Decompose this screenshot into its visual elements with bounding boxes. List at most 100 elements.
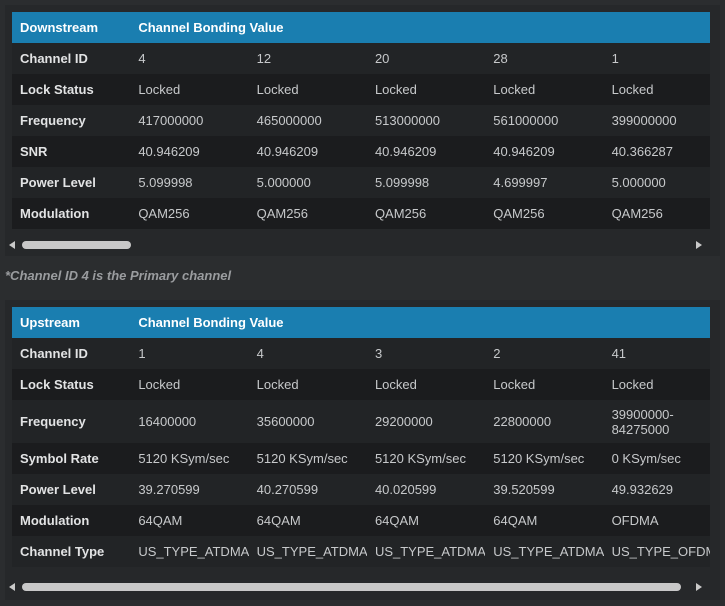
downstream-cell: QAM256 <box>493 206 545 221</box>
downstream-cell: 40.946209 <box>256 144 319 159</box>
downstream-table-row: Power Level 5.099998 5.000000 5.099998 4.699… <box>12 167 710 198</box>
downstream-cell: 417000000 <box>138 113 204 128</box>
downstream-row-label: Channel ID <box>20 51 88 66</box>
primary-channel-note: *Channel ID 4 is the Primary channel <box>5 268 232 283</box>
upstream-cell: US_TYPE_ATDMA <box>493 544 604 559</box>
upstream-cell: 5120 KSym/sec <box>256 451 348 466</box>
downstream-row-label: SNR <box>20 144 48 159</box>
downstream-cell: QAM256 <box>138 206 190 221</box>
upstream-row-label: Lock Status <box>20 377 94 392</box>
downstream-cell: 1 <box>611 51 619 66</box>
downstream-row-label: Lock Status <box>20 82 94 97</box>
upstream-row-label: Frequency <box>20 414 86 429</box>
upstream-header-row: Upstream Channel Bonding Value <box>12 307 710 338</box>
upstream-cell: US_TYPE_ATDMA <box>374 544 486 559</box>
downstream-cell: 4.699997 <box>493 175 548 190</box>
downstream-cell: 28 <box>493 51 508 66</box>
upstream-table-row: Frequency 16400000 35600000 29200000 2280000… <box>12 400 710 443</box>
upstream-header-value: Channel Bonding Value <box>130 307 710 338</box>
upstream-cell: 64QAM <box>138 513 183 528</box>
upstream-cell: 40.020599 <box>374 482 437 497</box>
downstream-cell: 399000000 <box>611 113 677 128</box>
downstream-row-label: Frequency <box>20 113 86 128</box>
upstream-panel: Upstream Channel Bonding Value Channel I… <box>5 300 720 600</box>
upstream-cell: 5120 KSym/sec <box>374 451 466 466</box>
downstream-header-value: Channel Bonding Value <box>130 12 710 43</box>
upstream-cell: 22800000 <box>493 414 552 429</box>
scroll-right-icon[interactable] <box>696 583 702 591</box>
upstream-cell: Locked <box>493 377 536 392</box>
upstream-cell: 5120 KSym/sec <box>138 451 230 466</box>
scroll-left-icon[interactable] <box>9 583 15 591</box>
downstream-table-row: Lock Status Locked Locked Locked Locked Locke… <box>12 74 710 105</box>
downstream-scroll-thumb[interactable] <box>22 241 131 249</box>
upstream-scrollbar[interactable] <box>5 579 720 595</box>
upstream-cell: Locked <box>611 377 654 392</box>
upstream-cell: 3 <box>374 346 383 361</box>
upstream-row-label: Modulation <box>20 513 90 528</box>
upstream-cell: OFDMA <box>611 513 659 528</box>
downstream-cell: 5.099998 <box>138 175 193 190</box>
downstream-cell: Locked <box>374 82 417 97</box>
upstream-table-row: Symbol Rate 5120 KSym/sec 5120 KSym/sec 512… <box>12 443 710 474</box>
upstream-cell: 2 <box>493 346 501 361</box>
downstream-panel: Downstream Channel Bonding Value Channel… <box>5 5 720 256</box>
upstream-row-label: Symbol Rate <box>20 451 99 466</box>
downstream-cell: 465000000 <box>256 113 322 128</box>
upstream-cell: 49.932629 <box>611 482 674 497</box>
scroll-left-icon[interactable] <box>9 241 15 249</box>
downstream-cell: 5.000000 <box>256 175 311 190</box>
upstream-cell: 41 <box>611 346 627 361</box>
downstream-table-row: Frequency 417000000 465000000 513000000 5610… <box>12 105 710 136</box>
upstream-table: Upstream Channel Bonding Value Channel I… <box>12 307 710 567</box>
upstream-row-label: Channel Type <box>20 544 105 559</box>
downstream-header-row: Downstream Channel Bonding Value <box>12 12 710 43</box>
downstream-cell: 561000000 <box>493 113 559 128</box>
upstream-row-label: Channel ID <box>20 346 88 361</box>
downstream-scroll-area[interactable]: Downstream Channel Bonding Value Channel… <box>12 12 710 235</box>
upstream-cell: Locked <box>138 377 181 392</box>
upstream-scroll-thumb[interactable] <box>22 583 681 591</box>
downstream-cell: 4 <box>138 51 146 66</box>
upstream-scroll-area[interactable]: Upstream Channel Bonding Value Channel I… <box>12 307 710 575</box>
downstream-row-label: Modulation <box>20 206 90 221</box>
downstream-cell: QAM256 <box>256 206 308 221</box>
upstream-table-row: Modulation 64QAM 64QAM 64QAM 64QAM OFDMA <box>12 505 710 536</box>
scroll-right-icon[interactable] <box>696 241 702 249</box>
upstream-table-row: Power Level 39.270599 40.270599 40.020599 39… <box>12 474 710 505</box>
upstream-cell: Locked <box>374 377 417 392</box>
downstream-cell: 40.946209 <box>493 144 555 159</box>
upstream-cell: 39.520599 <box>493 482 555 497</box>
downstream-cell: QAM256 <box>611 206 663 221</box>
downstream-cell: 40.946209 <box>138 144 200 159</box>
upstream-table-row: Channel ID 1 4 3 2 41 <box>12 338 710 369</box>
downstream-row-label: Power Level <box>20 175 96 190</box>
downstream-table: Downstream Channel Bonding Value Channel… <box>12 12 710 229</box>
downstream-cell: 40.366287 <box>611 144 674 159</box>
upstream-cell: 29200000 <box>374 414 433 429</box>
upstream-cell: 4 <box>256 346 264 361</box>
upstream-cell: 5120 KSym/sec <box>493 451 585 466</box>
downstream-cell: Locked <box>493 82 536 97</box>
upstream-row-label: Power Level <box>20 482 96 497</box>
upstream-cell: 64QAM <box>493 513 538 528</box>
downstream-cell: Locked <box>611 82 654 97</box>
upstream-cell: 39.270599 <box>138 482 200 497</box>
downstream-cell: 40.946209 <box>374 144 437 159</box>
downstream-table-row: Channel ID 4 12 20 28 1 <box>12 43 710 74</box>
downstream-table-row: SNR 40.946209 40.946209 40.946209 40.946209 4… <box>12 136 710 167</box>
upstream-table-row: Channel Type US_TYPE_ATDMA US_TYPE_ATDMA US… <box>12 536 710 567</box>
downstream-cell: 5.000000 <box>611 175 666 190</box>
downstream-cell: 12 <box>256 51 272 66</box>
upstream-header-title: Upstream <box>12 307 131 338</box>
upstream-cell: 40.270599 <box>256 482 319 497</box>
downstream-scrollbar[interactable] <box>5 237 720 253</box>
downstream-table-row: Modulation QAM256 QAM256 QAM256 QAM256 QAM256 <box>12 198 710 229</box>
upstream-cell: US_TYPE_ATDMA <box>138 544 249 559</box>
upstream-cell: US_TYPE_OFDMA <box>611 544 710 559</box>
upstream-table-row: Lock Status Locked Locked Locked Locked Locke… <box>12 369 710 400</box>
upstream-cell: 1 <box>138 346 146 361</box>
downstream-cell: 20 <box>374 51 390 66</box>
downstream-cell: QAM256 <box>374 206 427 221</box>
downstream-cell: 5.099998 <box>374 175 430 190</box>
